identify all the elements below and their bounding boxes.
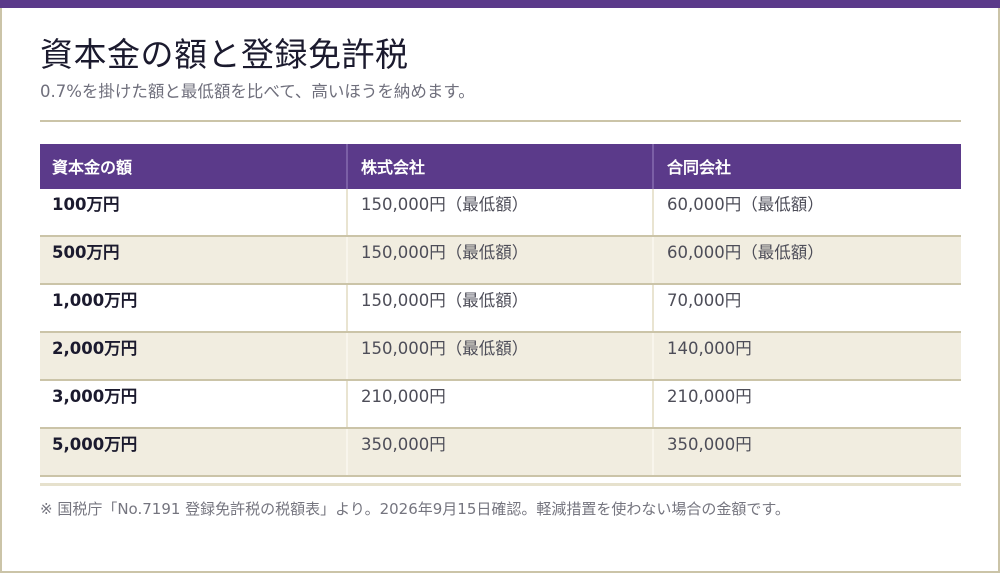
accent-top-bar bbox=[0, 0, 1000, 8]
page-title: 資本金の額と登録免許税 bbox=[40, 35, 409, 74]
document-frame: 資本金の額と登録免許税 0.7%を掛けた額と最低額を比べて、高いほうを納めます。… bbox=[0, 0, 1000, 573]
capital-cell: 1,000万円 bbox=[52, 291, 138, 310]
capital-cell: 5,000万円 bbox=[52, 435, 138, 454]
table-row: 500万円 150,000円（最低額） 60,000円（最低額） bbox=[40, 237, 961, 285]
header-divider bbox=[40, 120, 961, 122]
godo-tax-cell: 350,000円 bbox=[652, 429, 961, 475]
capital-cell: 100万円 bbox=[52, 195, 120, 214]
page-subtitle: 0.7%を掛けた額と最低額を比べて、高いほうを納めます。 bbox=[40, 82, 475, 101]
kabushiki-tax-cell: 210,000円 bbox=[346, 381, 652, 427]
kabushiki-tax-cell: 150,000円（最低額） bbox=[346, 285, 652, 331]
table-row: 100万円 150,000円（最低額） 60,000円（最低額） bbox=[40, 189, 961, 237]
kabushiki-tax-cell: 150,000円（最低額） bbox=[346, 189, 652, 235]
kabushiki-tax-cell: 350,000円 bbox=[346, 429, 652, 475]
godo-tax-cell: 60,000円（最低額） bbox=[652, 237, 961, 283]
table-header-row: 資本金の額 株式会社 合同会社 bbox=[40, 144, 961, 189]
capital-cell: 2,000万円 bbox=[52, 339, 138, 358]
source-note: ※ 国税庁「No.7191 登録免許税の税額表」より。2026年9月15日確認。… bbox=[40, 500, 790, 518]
table-row: 3,000万円 210,000円 210,000円 bbox=[40, 381, 961, 429]
kabushiki-tax-cell: 150,000円（最低額） bbox=[346, 237, 652, 283]
tax-table: 資本金の額 株式会社 合同会社 100万円 150,000円（最低額） 60,0… bbox=[40, 144, 961, 477]
godo-tax-cell: 140,000円 bbox=[652, 333, 961, 379]
kabushiki-tax-cell: 150,000円（最低額） bbox=[346, 333, 652, 379]
capital-cell: 500万円 bbox=[52, 243, 120, 262]
column-header-kabushiki: 株式会社 bbox=[346, 144, 652, 189]
table-row: 2,000万円 150,000円（最低額） 140,000円 bbox=[40, 333, 961, 381]
godo-tax-cell: 60,000円（最低額） bbox=[652, 189, 961, 235]
godo-tax-cell: 70,000円 bbox=[652, 285, 961, 331]
column-header-godo: 合同会社 bbox=[652, 144, 961, 189]
table-row: 5,000万円 350,000円 350,000円 bbox=[40, 429, 961, 477]
footer-divider bbox=[40, 483, 961, 486]
godo-tax-cell: 210,000円 bbox=[652, 381, 961, 427]
column-header-capital: 資本金の額 bbox=[52, 158, 133, 177]
table-row: 1,000万円 150,000円（最低額） 70,000円 bbox=[40, 285, 961, 333]
capital-cell: 3,000万円 bbox=[52, 387, 138, 406]
